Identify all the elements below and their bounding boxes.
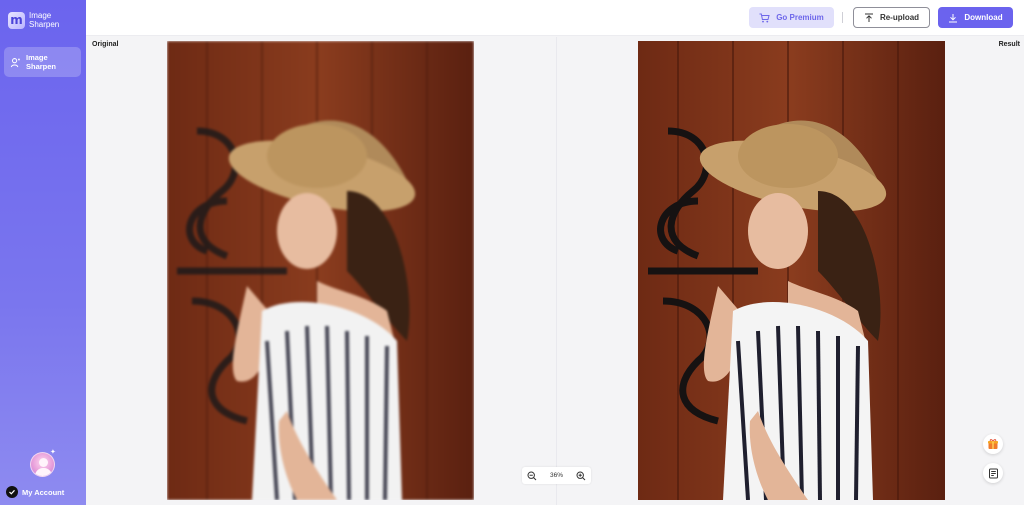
compare-divider[interactable] [556, 37, 557, 505]
download-icon [949, 13, 958, 22]
cart-icon [759, 13, 770, 22]
my-account-link[interactable]: My Account [6, 486, 64, 498]
toolbar-divider [842, 12, 843, 23]
sidebar: m Image Sharpen Image Sharpen ✦ My Accou… [0, 0, 86, 505]
sharpen-icon [10, 57, 20, 67]
premium-label: Go Premium [776, 13, 824, 22]
compare-area: Original Result 36% [86, 37, 1024, 505]
top-bar: Go Premium Re-upload Download [86, 0, 1024, 36]
original-label: Original [92, 41, 119, 48]
upload-icon [864, 13, 873, 22]
zoom-out-icon[interactable] [526, 470, 537, 481]
sparkle-icon: ✦ [50, 448, 56, 456]
sidebar-item-image-sharpen[interactable]: Image Sharpen [4, 47, 81, 77]
original-image [167, 41, 474, 500]
brand[interactable]: m Image Sharpen [8, 11, 69, 29]
result-image [638, 41, 945, 500]
account-label: My Account [22, 487, 65, 497]
reupload-button[interactable]: Re-upload [853, 7, 930, 28]
result-label: Result [998, 41, 1020, 48]
download-label: Download [964, 13, 1003, 22]
zoom-control: 36% [522, 467, 591, 484]
sidebar-item-label: Image Sharpen [26, 53, 57, 71]
shield-check-icon [6, 486, 18, 498]
app-name: Image Sharpen [29, 11, 60, 29]
download-button[interactable]: Download [938, 7, 1013, 28]
go-premium-button[interactable]: Go Premium [749, 7, 834, 28]
gift-icon[interactable] [983, 434, 1003, 454]
app-logo-icon: m [8, 11, 25, 29]
feedback-icon[interactable] [983, 463, 1003, 483]
reupload-label: Re-upload [879, 13, 920, 22]
zoom-in-icon[interactable] [576, 470, 587, 481]
zoom-level: 36% [549, 472, 563, 479]
